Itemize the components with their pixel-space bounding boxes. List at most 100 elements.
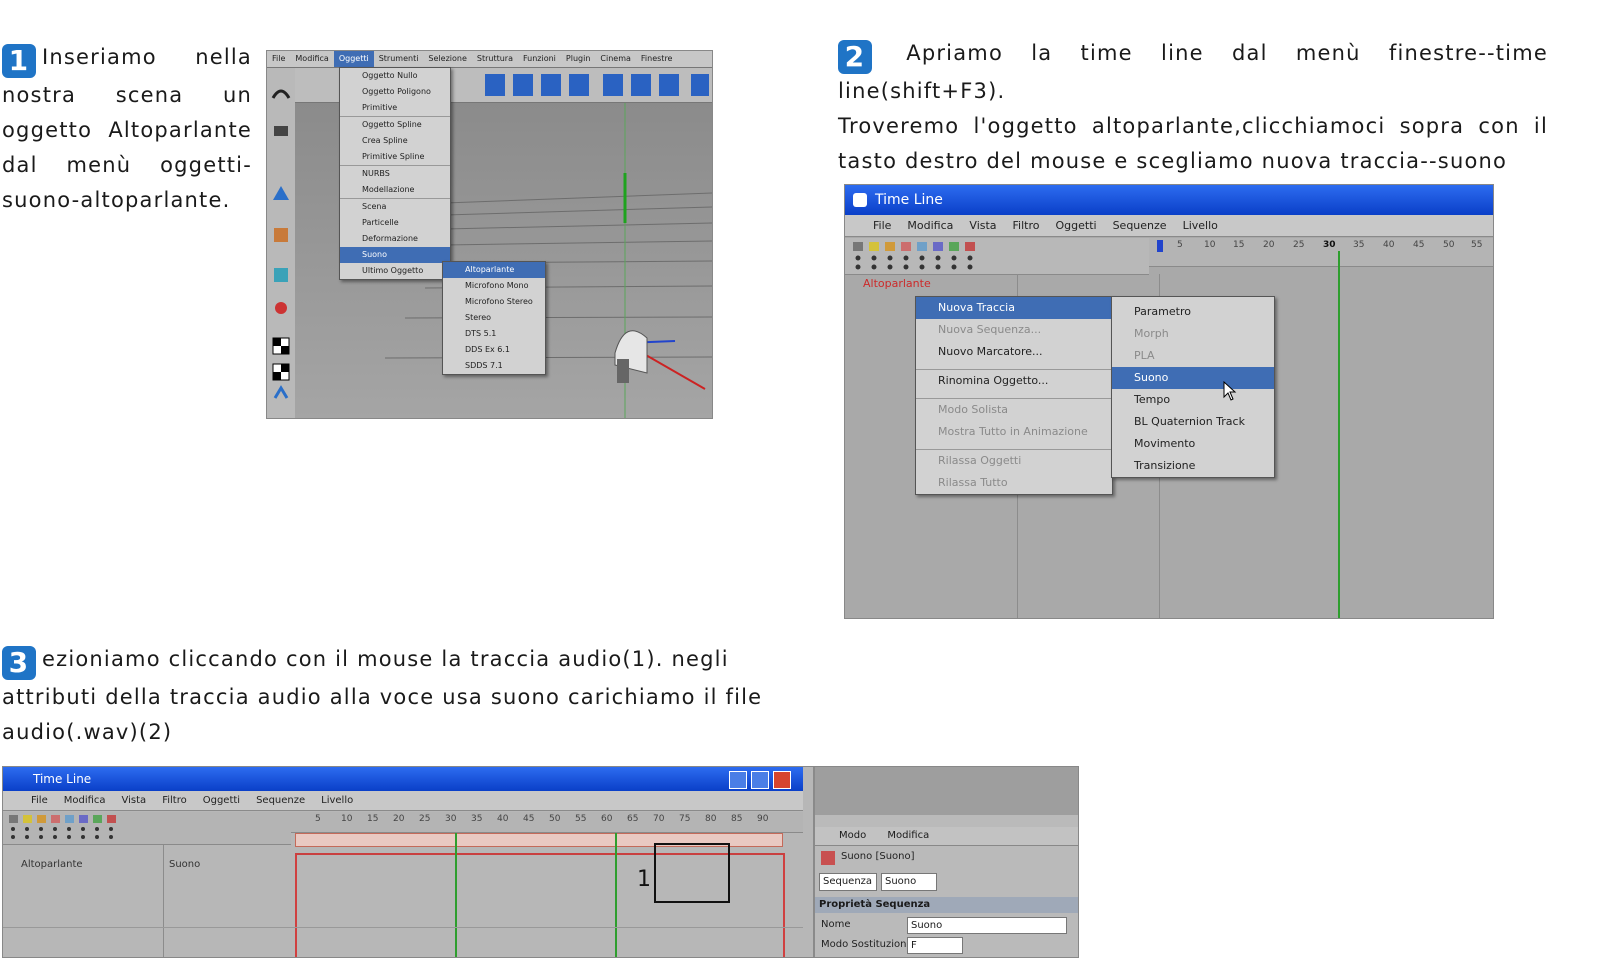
s3-section-header: Proprietà Sequenza: [815, 897, 1078, 913]
s2-object-altoparlante[interactable]: Altoparlante: [863, 277, 931, 290]
s1-submenu-item[interactable]: SDDS 7.1: [443, 358, 545, 374]
s2-ctx-item[interactable]: Nuova Sequenza...: [916, 319, 1112, 341]
s2-ruler-tick: 40: [1383, 240, 1395, 250]
s2-sub-item[interactable]: Parametro: [1112, 301, 1274, 323]
s2-menu-modifica[interactable]: Modifica: [899, 215, 961, 236]
s1-submenu-item[interactable]: DTS 5.1: [443, 326, 545, 342]
s1-menu-cinema[interactable]: Cinema: [595, 51, 636, 67]
s3-field-mode-input[interactable]: F: [907, 937, 963, 954]
step1-number-badge: 1: [2, 44, 36, 78]
s2-filter-icons: [845, 238, 1149, 275]
s2-ruler-tick: 35: [1353, 240, 1365, 250]
s2-sub-item[interactable]: Transizione: [1112, 455, 1274, 477]
s2-ctx-nuova-traccia[interactable]: Nuova Traccia: [916, 297, 1112, 319]
s2-sub-item[interactable]: Morph: [1112, 323, 1274, 345]
s3-object-altoparlante[interactable]: Altoparlante: [21, 859, 83, 870]
s1-menuitem[interactable]: Ultimo Oggetto: [340, 263, 450, 279]
s1-menu-funzioni[interactable]: Funzioni: [518, 51, 561, 67]
s2-sub-item[interactable]: PLA: [1112, 345, 1274, 367]
s2-ruler-tick: 55: [1471, 240, 1483, 250]
s3-ruler-tick: 75: [679, 814, 691, 824]
screenshot-cinema4d-object-menu: File Modifica Oggetti Strumenti Selezion…: [266, 50, 713, 419]
s1-submenu-altoparlante[interactable]: Altoparlante: [443, 262, 545, 278]
s1-menuitem[interactable]: Crea Spline: [340, 133, 450, 149]
s3-track-suono[interactable]: Suono: [169, 859, 200, 870]
s2-ctx-item[interactable]: Rilassa Oggetti: [916, 449, 1112, 472]
s1-menuitem[interactable]: Primitive: [340, 100, 450, 116]
close-icon[interactable]: [773, 771, 791, 789]
step2-text-line1: Apriamo la time line dal menù finestre--…: [838, 41, 1548, 103]
s3-field-name-input[interactable]: Suono: [907, 917, 1067, 934]
s1-submenu-item[interactable]: DDS Ex 6.1: [443, 342, 545, 358]
screenshot-timeline-context-menu: Time Line File Modifica Vista Filtro Ogg…: [844, 184, 1494, 619]
s2-nuova-traccia-submenu: Parametro Morph PLA Suono Tempo BL Quate…: [1111, 296, 1275, 478]
s1-menu-strumenti[interactable]: Strumenti: [374, 51, 424, 67]
s2-ruler-tick: 20: [1263, 240, 1275, 250]
s1-menuitem[interactable]: Primitive Spline: [340, 149, 450, 165]
s3-menu-oggetti[interactable]: Oggetti: [195, 791, 248, 810]
s1-submenu-item[interactable]: Microfono Stereo: [443, 294, 545, 310]
s3-window-title: Time Line: [3, 767, 803, 791]
s2-menu-sequenze[interactable]: Sequenze: [1105, 215, 1175, 236]
s2-frame-ruler[interactable]: 5 10 15 20 25 30 35 40 45 50 55: [1149, 238, 1493, 267]
s2-ruler-tick: 5: [1177, 240, 1183, 250]
s3-attr-menu-modo[interactable]: Modo: [839, 830, 866, 841]
s1-menu-file[interactable]: File: [267, 51, 290, 67]
s1-menuitem[interactable]: Modellazione: [340, 182, 450, 198]
s1-menu-selezione[interactable]: Selezione: [423, 51, 471, 67]
s1-submenu-item[interactable]: Stereo: [443, 310, 545, 326]
s1-menu-oggetti[interactable]: Oggetti: [333, 51, 374, 67]
s1-menu-struttura[interactable]: Struttura: [472, 51, 518, 67]
s2-playhead-marker[interactable]: [1157, 240, 1163, 252]
s1-menuitem[interactable]: Oggetto Nullo: [340, 68, 450, 84]
step3-number-badge: 3: [2, 646, 36, 680]
s3-attr-menu-modifica[interactable]: Modifica: [887, 830, 929, 841]
s2-ctx-item[interactable]: Rilassa Tutto: [916, 472, 1112, 494]
s3-menu-modifica[interactable]: Modifica: [56, 791, 114, 810]
s2-menu-oggetti[interactable]: Oggetti: [1048, 215, 1105, 236]
s2-sub-item-suono[interactable]: Suono: [1112, 367, 1274, 389]
s3-callout-number: 1: [637, 867, 651, 892]
s3-window-controls: [729, 771, 791, 789]
s2-sub-item[interactable]: Movimento: [1112, 433, 1274, 455]
s3-menu-filtro[interactable]: Filtro: [154, 791, 195, 810]
s1-menuitem-suono[interactable]: Suono: [340, 247, 450, 263]
s3-ruler-tick: 55: [575, 814, 587, 824]
s2-sub-item[interactable]: Tempo: [1112, 389, 1274, 411]
s3-menu-vista[interactable]: Vista: [114, 791, 155, 810]
s2-ruler-tick: 30: [1323, 240, 1336, 250]
s1-menu-plugin[interactable]: Plugin: [561, 51, 596, 67]
minimize-icon[interactable]: [729, 771, 747, 789]
s1-menu-finestre[interactable]: Finestre: [636, 51, 678, 67]
s2-current-frame-line: [1338, 251, 1340, 618]
s2-menu-vista[interactable]: Vista: [961, 215, 1004, 236]
s3-row-divider: [3, 927, 803, 928]
s1-menuitem[interactable]: Scena: [340, 198, 450, 215]
s3-ruler-tick: 15: [367, 814, 379, 824]
s2-ctx-item[interactable]: Rinomina Oggetto...: [916, 369, 1112, 392]
s1-submenu-item[interactable]: Microfono Mono: [443, 278, 545, 294]
maximize-icon[interactable]: [751, 771, 769, 789]
s3-attributes-panel: Modo Modifica Suono [Suono] Sequenza Suo…: [813, 767, 1078, 957]
s2-sub-item[interactable]: BL Quaternion Track: [1112, 411, 1274, 433]
s1-suono-submenu: Altoparlante Microfono Mono Microfono St…: [442, 261, 546, 375]
s3-menu-file[interactable]: File: [23, 791, 56, 810]
s2-menu-filtro[interactable]: Filtro: [1005, 215, 1048, 236]
s1-menuitem[interactable]: Particelle: [340, 215, 450, 231]
s2-ctx-item[interactable]: Modo Solista: [916, 398, 1112, 421]
s1-menuitem[interactable]: Oggetto Spline: [340, 116, 450, 133]
s3-menu-sequenze[interactable]: Sequenze: [248, 791, 313, 810]
s2-menu-file[interactable]: File: [865, 215, 899, 236]
s1-menuitem[interactable]: NURBS: [340, 165, 450, 182]
s1-menu-modifica[interactable]: Modifica: [290, 51, 333, 67]
s3-ruler-tick: 35: [471, 814, 483, 824]
s2-ctx-item[interactable]: Mostra Tutto in Animazione: [916, 421, 1112, 443]
s1-menuitem[interactable]: Deformazione: [340, 231, 450, 247]
s3-menu-livello[interactable]: Livello: [313, 791, 361, 810]
s3-attr-tab-sequenza[interactable]: Sequenza: [819, 873, 877, 891]
s2-menu-livello[interactable]: Livello: [1175, 215, 1226, 236]
s3-attr-tab-suono[interactable]: Suono: [881, 873, 937, 891]
s2-ctx-item[interactable]: Nuovo Marcatore...: [916, 341, 1112, 363]
s1-menuitem[interactable]: Oggetto Poligono: [340, 84, 450, 100]
s3-frame-ruler[interactable]: 5 10 15 20 25 30 35 40 45 50 55 60 65 70…: [291, 812, 803, 833]
